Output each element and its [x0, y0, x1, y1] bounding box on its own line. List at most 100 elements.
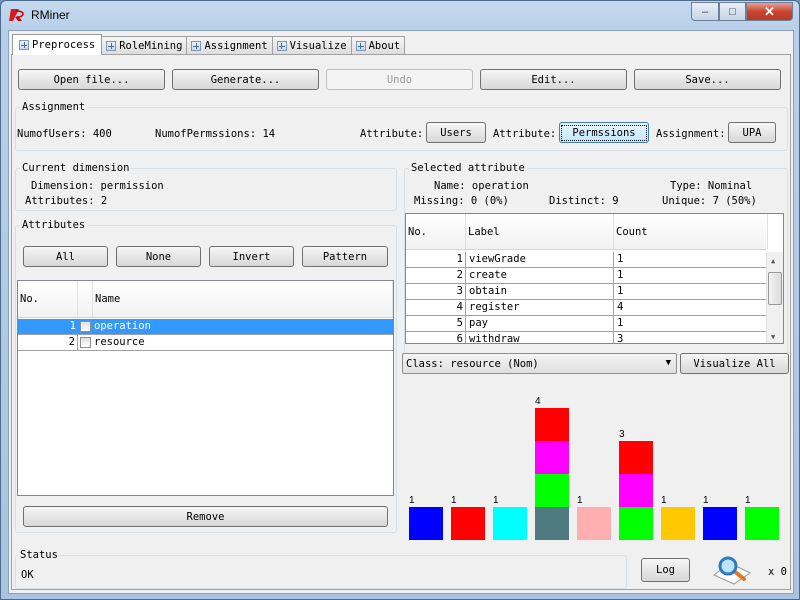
vertical-scrollbar[interactable]: ▲ ▼: [766, 252, 783, 343]
upa-button[interactable]: UPA: [728, 122, 776, 143]
permissions-button[interactable]: Permssions: [559, 122, 649, 143]
histogram-bar-segment: [619, 441, 653, 474]
magnifier-icon[interactable]: [712, 555, 754, 585]
invert-button[interactable]: Invert: [209, 246, 294, 267]
remove-button[interactable]: Remove: [23, 506, 388, 527]
histogram-bar-segment: [535, 507, 569, 540]
log-button[interactable]: Log: [641, 558, 690, 582]
pattern-button[interactable]: Pattern: [302, 246, 388, 267]
maximize-icon: □: [729, 5, 736, 18]
histogram-bar-label: 1: [409, 495, 415, 506]
expand-icon: [19, 40, 29, 50]
users-button[interactable]: Users: [426, 122, 486, 143]
button-label: Undo: [386, 73, 413, 86]
column-name[interactable]: Name: [93, 281, 393, 317]
table-row[interactable]: 3 obtain 1: [406, 284, 768, 300]
histogram-bar-label: 1: [745, 495, 751, 506]
expand-icon: [276, 41, 287, 51]
column-no[interactable]: No.: [406, 214, 466, 249]
tab-about[interactable]: About: [350, 36, 406, 55]
tab-assignment[interactable]: Assignment: [186, 36, 273, 55]
task-count: x 0: [768, 566, 787, 578]
table-row[interactable]: 2 resource: [18, 335, 393, 351]
selected-attribute-title: Selected attribute: [409, 162, 527, 174]
app-window: RMiner – □ ✕ Preprocess RoleMining Assig…: [0, 0, 800, 600]
button-label: UPA: [742, 126, 762, 139]
row-count: 1: [614, 268, 768, 283]
row-label: register: [466, 300, 614, 315]
attributes-group: Attributes All None Invert Pattern No. N…: [15, 219, 397, 533]
row-no: 2: [18, 335, 78, 350]
histogram-bar-label: 3: [619, 429, 625, 440]
permissions-attribute-label: Attribute:: [493, 128, 557, 140]
column-count[interactable]: Count: [614, 214, 768, 249]
row-checkbox[interactable]: [80, 337, 91, 348]
histogram-bar-segment: [745, 507, 779, 540]
row-label: create: [466, 268, 614, 283]
button-label: Permssions: [561, 124, 647, 141]
values-table[interactable]: No. Label Count 1 viewGrade 1 2 create 1 3 obta…: [405, 213, 784, 344]
class-select-value: Class: resource (Nom): [406, 357, 539, 370]
select-all-button[interactable]: All: [23, 246, 108, 267]
attribute-type: Type: Nominal: [670, 180, 753, 192]
attribute-name: Name: operation: [434, 180, 529, 192]
tab-label: Visualize: [289, 40, 347, 52]
expand-icon: [355, 41, 366, 51]
scroll-down-icon[interactable]: ▼: [771, 333, 775, 341]
scroll-up-icon[interactable]: ▲: [771, 257, 775, 265]
save-button[interactable]: Save...: [634, 69, 781, 90]
tab-visualize[interactable]: Visualize: [271, 36, 352, 55]
button-label: All: [56, 250, 75, 263]
histogram-bar-segment: [703, 507, 737, 540]
table-row[interactable]: 1 viewGrade 1: [406, 252, 768, 268]
tab-label: Assignment: [204, 40, 268, 52]
tab-label: Preprocess: [32, 39, 96, 51]
column-label[interactable]: Label: [466, 214, 614, 249]
table-row[interactable]: 2 create 1: [406, 268, 768, 284]
rminer-logo-icon: [9, 9, 24, 21]
status-group: Status OK: [15, 549, 627, 589]
row-no: 1: [406, 252, 466, 267]
column-check[interactable]: [78, 281, 93, 317]
title-bar[interactable]: RMiner – □ ✕: [1, 1, 799, 29]
button-label: Log: [656, 564, 675, 576]
num-permissions-label: NumofPermssions: 14: [155, 128, 276, 140]
expand-icon: [106, 41, 117, 51]
generate-button[interactable]: Generate...: [172, 69, 319, 90]
select-none-button[interactable]: None: [116, 246, 201, 267]
open-file-button[interactable]: Open file...: [18, 69, 165, 90]
tab-rolemining[interactable]: RoleMining: [101, 36, 188, 55]
table-row[interactable]: 1 operation: [18, 319, 393, 335]
maximize-button[interactable]: □: [719, 2, 746, 21]
table-row[interactable]: 6 withdraw 3: [406, 332, 768, 343]
assignment-label: Assignment:: [656, 128, 726, 140]
tab-preprocess[interactable]: Preprocess: [12, 34, 103, 55]
button-label: Edit...: [531, 73, 576, 86]
row-name: resource: [94, 336, 145, 348]
histogram-bar-segment: [661, 507, 695, 540]
scroll-thumb[interactable]: [768, 272, 782, 305]
column-no[interactable]: No.: [18, 281, 78, 317]
undo-button[interactable]: Undo: [326, 69, 473, 90]
row-count: 1: [614, 316, 768, 331]
table-row[interactable]: 4 register 4: [406, 300, 768, 316]
attributes-table[interactable]: No. Name 1 operation 2 resource: [17, 280, 394, 496]
status-title: Status: [18, 549, 60, 561]
histogram-bar-label: 1: [451, 495, 457, 506]
minimize-button[interactable]: –: [691, 2, 719, 21]
button-label: Visualize All: [693, 357, 776, 370]
button-label: None: [145, 250, 172, 263]
row-count: 1: [614, 252, 768, 267]
assignment-group: Assignment NumofUsers: 400 NumofPermssio…: [15, 101, 788, 151]
class-select[interactable]: Class: resource (Nom) ▼: [402, 353, 677, 374]
edit-button[interactable]: Edit...: [480, 69, 627, 90]
close-button[interactable]: ✕: [746, 2, 793, 21]
row-no: 3: [406, 284, 466, 299]
table-row[interactable]: 5 pay 1: [406, 316, 768, 332]
row-no: 6: [406, 332, 466, 343]
histogram-bar-label: 1: [577, 495, 583, 506]
row-checkbox[interactable]: [80, 321, 91, 332]
visualize-all-button[interactable]: Visualize All: [680, 353, 789, 374]
window-title: RMiner: [31, 8, 70, 22]
attributes-group-title: Attributes: [20, 219, 88, 231]
